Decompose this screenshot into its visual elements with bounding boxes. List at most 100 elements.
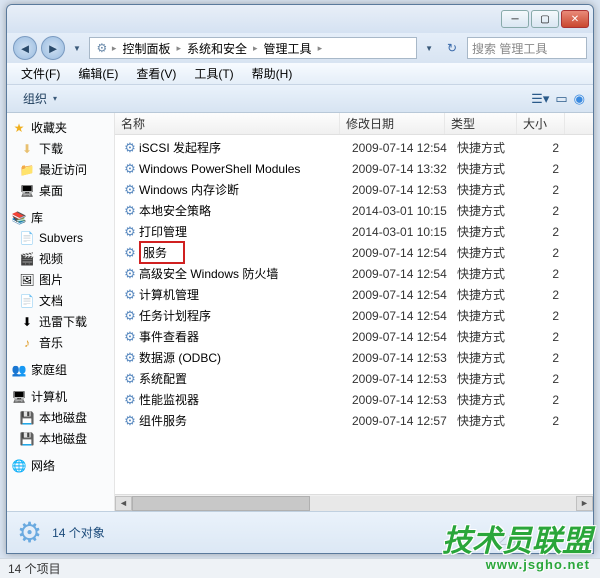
star-icon: ★: [11, 120, 27, 136]
folder-icon: ⚙: [94, 40, 110, 56]
maximize-button[interactable]: ▢: [531, 10, 559, 28]
view-options-button[interactable]: ☰▾: [531, 91, 549, 107]
file-date: 2009-07-14 12:57: [346, 414, 451, 428]
sidebar-xunlei[interactable]: ⬇迅雷下载: [7, 311, 114, 332]
file-type: 快捷方式: [451, 202, 523, 219]
column-size[interactable]: 大小: [517, 113, 565, 134]
sidebar-recent[interactable]: 📁最近访问: [7, 159, 114, 180]
file-row[interactable]: ⚙本地安全策略2014-03-01 10:15快捷方式2: [115, 200, 593, 221]
file-type: 快捷方式: [451, 391, 523, 408]
sidebar-pictures[interactable]: 🖼图片: [7, 269, 114, 290]
sidebar-favorites[interactable]: ★收藏夹: [7, 117, 114, 138]
file-row[interactable]: ⚙打印管理2014-03-01 10:15快捷方式2: [115, 221, 593, 242]
file-type: 快捷方式: [451, 370, 523, 387]
menu-edit[interactable]: 编辑(E): [70, 63, 126, 84]
breadcrumb-item[interactable]: 管理工具: [260, 40, 316, 57]
file-name: 系统配置: [139, 370, 346, 387]
sidebar-localdisk-d[interactable]: 💾本地磁盘: [7, 428, 114, 449]
horizontal-scrollbar[interactable]: ◄ ►: [115, 494, 593, 511]
menu-view[interactable]: 查看(V): [128, 63, 184, 84]
music-icon: ♪: [19, 335, 35, 351]
minimize-button[interactable]: ─: [501, 10, 529, 28]
column-type[interactable]: 类型: [445, 113, 517, 134]
close-button[interactable]: ✕: [561, 10, 589, 28]
file-date: 2009-07-14 12:54: [346, 309, 451, 323]
scroll-left-arrow[interactable]: ◄: [115, 496, 132, 511]
search-input[interactable]: 搜索 管理工具: [467, 37, 587, 59]
file-date: 2009-07-14 12:53: [346, 393, 451, 407]
file-date: 2009-07-14 12:54: [346, 288, 451, 302]
sidebar-homegroup[interactable]: 👥家庭组: [7, 359, 114, 380]
file-row[interactable]: ⚙iSCSI 发起程序2009-07-14 12:54快捷方式2: [115, 137, 593, 158]
file-date: 2009-07-14 12:54: [346, 246, 451, 260]
sidebar-music[interactable]: ♪音乐: [7, 332, 114, 353]
column-name[interactable]: 名称: [115, 113, 340, 134]
chevron-down-icon: ▾: [49, 94, 61, 103]
breadcrumb[interactable]: ⚙ ▸ 控制面板 ▸ 系统和安全 ▸ 管理工具 ▸: [89, 37, 417, 59]
breadcrumb-item[interactable]: 控制面板: [118, 40, 174, 57]
file-row[interactable]: ⚙服务2009-07-14 12:54快捷方式2: [115, 242, 593, 263]
desktop-icon: 🖥: [19, 183, 35, 199]
column-date[interactable]: 修改日期: [340, 113, 445, 134]
address-dropdown[interactable]: ▼: [421, 44, 437, 53]
file-size: 2: [523, 309, 565, 323]
file-row[interactable]: ⚙任务计划程序2009-07-14 12:54快捷方式2: [115, 305, 593, 326]
navigation-pane[interactable]: ★收藏夹 ⬇下载 📁最近访问 🖥桌面 📚库 📄Subvers 🎬视频 🖼图片 📄…: [7, 113, 115, 511]
menu-tools[interactable]: 工具(T): [186, 63, 241, 84]
organize-button[interactable]: 组织 ▾: [15, 88, 69, 109]
file-date: 2009-07-14 13:32: [346, 162, 451, 176]
file-row[interactable]: ⚙性能监视器2009-07-14 12:53快捷方式2: [115, 389, 593, 410]
help-button[interactable]: ◉: [574, 91, 585, 107]
details-pane: ⚙ 14 个对象: [7, 511, 593, 553]
preview-pane-button[interactable]: ▭: [555, 91, 567, 107]
file-name: 本地安全策略: [139, 202, 346, 219]
file-name: Windows PowerShell Modules: [139, 162, 346, 176]
file-type: 快捷方式: [451, 349, 523, 366]
file-type: 快捷方式: [451, 328, 523, 345]
scroll-right-arrow[interactable]: ►: [576, 496, 593, 511]
file-row[interactable]: ⚙数据源 (ODBC)2009-07-14 12:53快捷方式2: [115, 347, 593, 368]
file-type: 快捷方式: [451, 286, 523, 303]
sidebar-videos[interactable]: 🎬视频: [7, 248, 114, 269]
file-date: 2009-07-14 12:54: [346, 267, 451, 281]
scroll-thumb[interactable]: [132, 496, 310, 511]
menu-help[interactable]: 帮助(H): [244, 63, 301, 84]
file-row[interactable]: ⚙Windows PowerShell Modules2009-07-14 13…: [115, 158, 593, 179]
shortcut-icon: ⚙: [121, 350, 139, 366]
file-size: 2: [523, 246, 565, 260]
statusbar-text: 14 个项目: [8, 560, 61, 577]
sidebar-documents[interactable]: 📄文档: [7, 290, 114, 311]
breadcrumb-item[interactable]: 系统和安全: [183, 40, 251, 57]
shortcut-icon: ⚙: [121, 182, 139, 198]
file-row[interactable]: ⚙系统配置2009-07-14 12:53快捷方式2: [115, 368, 593, 389]
column-headers: 名称 修改日期 类型 大小: [115, 113, 593, 135]
sidebar-desktop[interactable]: 🖥桌面: [7, 180, 114, 201]
file-row[interactable]: ⚙Windows 内存诊断2009-07-14 12:53快捷方式2: [115, 179, 593, 200]
file-row[interactable]: ⚙计算机管理2009-07-14 12:54快捷方式2: [115, 284, 593, 305]
refresh-button[interactable]: ↻: [441, 37, 463, 59]
sidebar-localdisk-c[interactable]: 💾本地磁盘: [7, 407, 114, 428]
file-date: 2009-07-14 12:53: [346, 372, 451, 386]
search-placeholder: 搜索 管理工具: [472, 40, 547, 57]
scroll-track[interactable]: [132, 496, 576, 511]
sidebar-libraries[interactable]: 📚库: [7, 207, 114, 228]
sidebar-network[interactable]: 🌐网络: [7, 455, 114, 476]
nav-history-dropdown[interactable]: ▼: [69, 44, 85, 53]
recent-icon: 📁: [19, 162, 35, 178]
file-row[interactable]: ⚙事件查看器2009-07-14 12:54快捷方式2: [115, 326, 593, 347]
file-name: 性能监视器: [139, 391, 346, 408]
sidebar-subversion[interactable]: 📄Subvers: [7, 228, 114, 248]
forward-button[interactable]: ►: [41, 36, 65, 60]
homegroup-icon: 👥: [11, 362, 27, 378]
sidebar-computer[interactable]: 🖥计算机: [7, 386, 114, 407]
menu-file[interactable]: 文件(F): [13, 63, 68, 84]
file-row[interactable]: ⚙组件服务2009-07-14 12:57快捷方式2: [115, 410, 593, 431]
file-list[interactable]: ⚙iSCSI 发起程序2009-07-14 12:54快捷方式2⚙Windows…: [115, 135, 593, 494]
file-row[interactable]: ⚙高级安全 Windows 防火墙2009-07-14 12:54快捷方式2: [115, 263, 593, 284]
shortcut-icon: ⚙: [121, 266, 139, 282]
file-type: 快捷方式: [451, 307, 523, 324]
back-button[interactable]: ◄: [13, 36, 37, 60]
file-name: 事件查看器: [139, 328, 346, 345]
file-date: 2009-07-14 12:54: [346, 141, 451, 155]
sidebar-downloads[interactable]: ⬇下载: [7, 138, 114, 159]
